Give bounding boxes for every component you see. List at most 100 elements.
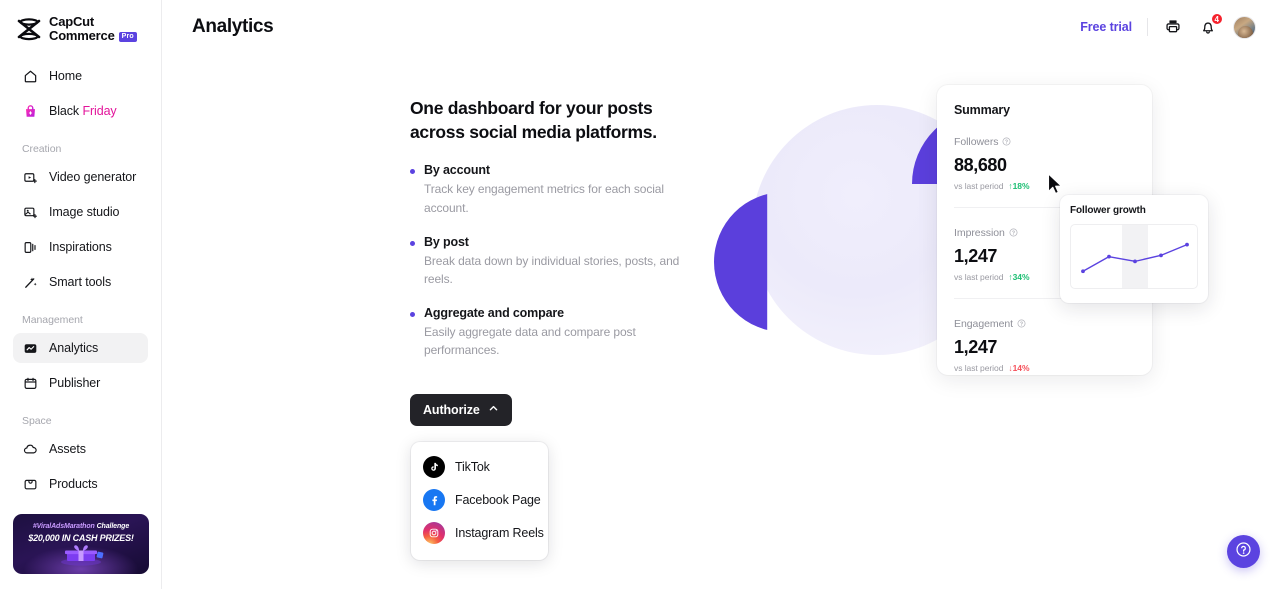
sidebar-item-label: Black Friday	[49, 104, 117, 119]
list-item: Aggregate and compare Easily aggregate d…	[410, 306, 682, 359]
video-generator-icon	[22, 169, 38, 185]
sidebar-item-label: Assets	[49, 442, 86, 457]
dropdown-item-tiktok[interactable]: TikTok	[411, 451, 548, 484]
sidebar-item-label: Products	[49, 477, 98, 492]
bag-icon	[22, 103, 38, 119]
sidebar: CapCut Commerce Pro Home Black Friday Cr…	[0, 0, 162, 589]
printer-icon[interactable]	[1163, 17, 1183, 37]
sidebar-item-home[interactable]: Home	[13, 61, 148, 91]
sidebar-item-inspirations[interactable]: Inspirations	[13, 232, 148, 262]
metric-label: Impression	[954, 227, 1005, 239]
sidebar-nav: Home Black Friday Creation Video generat…	[0, 61, 161, 499]
metric-delta: ↑34%	[1008, 272, 1030, 282]
app-root: CapCut Commerce Pro Home Black Friday Cr…	[0, 0, 1280, 589]
main-content: Analytics Free trial 4 One dashboard for…	[162, 0, 1280, 589]
sidebar-item-assets[interactable]: Assets	[13, 434, 148, 464]
metric-engagement: Engagement 1,247 vs last period ↓14%	[954, 298, 1135, 373]
brand-line2: Commerce	[49, 28, 115, 44]
summary-title: Summary	[954, 103, 1010, 117]
brand-text: CapCut Commerce Pro	[49, 14, 137, 44]
metric-compare-label: vs last period	[954, 272, 1004, 282]
follower-growth-title: Follower growth	[1070, 205, 1146, 216]
free-trial-link[interactable]: Free trial	[1080, 20, 1132, 34]
analytics-illustration: Summary Followers 88,680 vs last period …	[714, 60, 1208, 400]
chevron-up-icon	[488, 403, 499, 417]
sidebar-item-label: Inspirations	[49, 240, 112, 255]
feature-desc: Track key engagement metrics for each so…	[424, 182, 664, 215]
help-button[interactable]	[1227, 535, 1260, 568]
publisher-icon	[22, 375, 38, 391]
sidebar-item-video-generator[interactable]: Video generator	[13, 162, 148, 192]
follower-growth-card: Follower growth	[1060, 195, 1208, 303]
sidebar-item-smart-tools[interactable]: Smart tools	[13, 267, 148, 297]
feature-title: By account	[424, 163, 490, 178]
mouse-cursor	[1047, 173, 1063, 195]
brand-line1: CapCut	[49, 14, 95, 29]
dropdown-item-label: Instagram Reels	[455, 526, 544, 541]
authorize-dropdown: TikTok Facebook Page Instagram Reels	[411, 441, 548, 560]
dropdown-item-label: TikTok	[455, 460, 490, 475]
analytics-icon	[22, 340, 38, 356]
facebook-icon	[423, 489, 445, 512]
metric-delta: ↓14%	[1008, 363, 1030, 373]
feature-desc: Easily aggregate data and compare post p…	[424, 325, 636, 358]
authorize-button[interactable]: Authorize	[410, 393, 512, 426]
instagram-icon	[423, 522, 445, 545]
metric-compare-label: vs last period	[954, 181, 1004, 191]
feature-title: Aggregate and compare	[424, 306, 564, 321]
promo-prize: $20,000 IN CASH PRIZES!	[28, 533, 134, 543]
assets-icon	[22, 441, 38, 457]
list-item: By post Break data down by individual st…	[410, 235, 682, 288]
smart-tools-icon	[22, 274, 38, 290]
metric-label: Engagement	[954, 318, 1014, 330]
metric-value: 88,680	[954, 155, 1007, 175]
divider	[1147, 18, 1148, 36]
dropdown-item-instagram-reels[interactable]: Instagram Reels	[411, 517, 548, 550]
sidebar-item-products[interactable]: Products	[13, 469, 148, 499]
question-mark-icon	[1235, 541, 1252, 563]
dropdown-item-facebook-page[interactable]: Facebook Page	[411, 484, 548, 517]
feature-desc: Break data down by individual stories, p…	[424, 253, 680, 286]
promo-banner[interactable]: #ViralAdsMarathon Challenge $20,000 IN C…	[13, 514, 149, 574]
dropdown-item-label: Facebook Page	[455, 493, 541, 508]
metric-delta: ↑18%	[1008, 181, 1030, 191]
sidebar-item-image-studio[interactable]: Image studio	[13, 197, 148, 227]
top-bar: Analytics Free trial 4	[162, 0, 1280, 54]
sidebar-item-label: Analytics	[49, 341, 99, 356]
sidebar-item-label: Image studio	[49, 205, 120, 220]
info-icon[interactable]	[1017, 315, 1026, 333]
feature-title: By post	[424, 234, 469, 249]
sidebar-item-publisher[interactable]: Publisher	[13, 368, 148, 398]
info-icon[interactable]	[1002, 133, 1011, 151]
follower-growth-chart	[1070, 224, 1198, 289]
image-studio-icon	[22, 204, 38, 220]
brand-logo[interactable]: CapCut Commerce Pro	[0, 0, 161, 43]
sidebar-section-management: Management	[22, 314, 83, 327]
promo-headline: #ViralAdsMarathon Challenge	[32, 523, 130, 530]
promo-gift-illustration	[61, 545, 104, 566]
bell-icon[interactable]: 4	[1198, 13, 1223, 37]
home-icon	[22, 68, 38, 84]
info-icon[interactable]	[1009, 224, 1018, 242]
sidebar-item-black-friday[interactable]: Black Friday	[13, 96, 148, 126]
metric-compare-label: vs last period	[954, 363, 1004, 373]
avatar[interactable]	[1233, 15, 1256, 39]
metric-label: Followers	[954, 136, 999, 148]
top-bar-actions: Free trial 4	[1080, 13, 1256, 39]
inspirations-icon	[22, 239, 38, 255]
metric-followers: Followers 88,680 vs last period ↑18%	[954, 117, 1135, 191]
sidebar-item-label: Smart tools	[49, 275, 112, 290]
page-title: Analytics	[192, 16, 274, 37]
capcut-logo-icon	[16, 17, 42, 41]
pro-badge: Pro	[118, 32, 137, 43]
sidebar-section-creation: Creation	[22, 143, 62, 156]
products-icon	[22, 476, 38, 492]
authorize-area: Authorize TikTok Facebook Page Instagram…	[410, 393, 548, 560]
list-item: By account Track key engagement metrics …	[410, 163, 682, 216]
metric-value: 1,247	[954, 337, 998, 357]
authorize-label: Authorize	[423, 402, 480, 417]
sidebar-item-analytics[interactable]: Analytics	[13, 333, 148, 364]
tiktok-icon	[423, 456, 445, 479]
hero-headline: One dashboard for your posts across soci…	[410, 98, 657, 143]
sidebar-item-label: Video generator	[49, 170, 137, 185]
